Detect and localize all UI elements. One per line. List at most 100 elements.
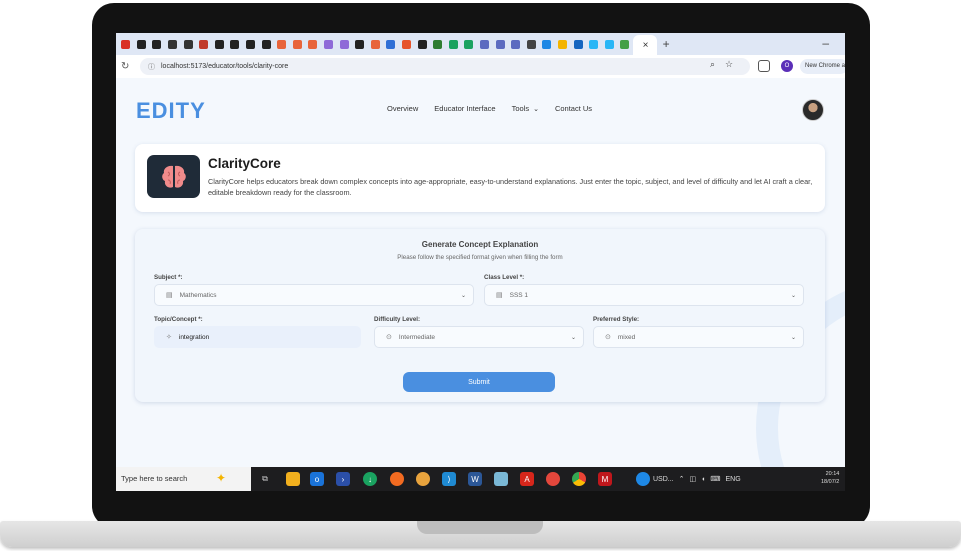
- tab-wave-icon[interactable]: [601, 36, 617, 52]
- mcafee-icon[interactable]: M: [598, 472, 612, 486]
- record-icon: [246, 39, 256, 49]
- tab-gmail-icon[interactable]: [118, 36, 134, 52]
- active-tab[interactable]: ×: [632, 35, 657, 55]
- app-icon[interactable]: [416, 472, 430, 486]
- chevron-down-icon: ⌄: [570, 334, 576, 341]
- tab-star-icon[interactable]: [305, 36, 321, 52]
- vscode-icon[interactable]: ⟩: [442, 472, 456, 486]
- tab-layers-icon[interactable]: [336, 36, 352, 52]
- cloud-icon: [433, 39, 443, 49]
- tab-cloud-icon[interactable]: [430, 36, 446, 52]
- nav-tools[interactable]: Tools ⌄: [512, 104, 539, 113]
- tab-record-icon[interactable]: [212, 36, 228, 52]
- star-icon: [370, 39, 380, 49]
- zoom-icon[interactable]: ⌕: [710, 59, 715, 70]
- difficulty-value: Intermediate: [398, 333, 436, 341]
- task-view-icon[interactable]: ⧉: [258, 472, 272, 486]
- chevron-down-icon: ⌄: [460, 292, 466, 299]
- url-actions: ⌕ ☆: [710, 59, 733, 70]
- file-explorer-icon[interactable]: [286, 472, 300, 486]
- tab-image-icon[interactable]: [570, 36, 586, 52]
- site-info-icon[interactable]: ⓘ: [148, 62, 155, 72]
- nav-educator-interface[interactable]: Educator Interface: [434, 104, 495, 113]
- tab-c-icon[interactable]: [539, 36, 555, 52]
- notes-icon[interactable]: [494, 472, 508, 486]
- tab-diamond-icon[interactable]: [555, 36, 571, 52]
- tab-window-icon[interactable]: [508, 36, 524, 52]
- tab-window-icon[interactable]: [477, 36, 493, 52]
- chrome-icon[interactable]: [572, 472, 586, 486]
- chrome-canary-icon[interactable]: [546, 472, 560, 486]
- tab-globe-icon[interactable]: [523, 36, 539, 52]
- new-tab-button[interactable]: +: [663, 37, 670, 51]
- difficulty-label: Difficulty Level:: [374, 316, 421, 323]
- chevron-up-icon[interactable]: ⌃: [679, 475, 685, 483]
- acrobat-icon[interactable]: A: [520, 472, 534, 486]
- topic-value: integration: [178, 333, 210, 341]
- tab-settings-icon[interactable]: [196, 36, 212, 52]
- tab-star-icon[interactable]: [368, 36, 384, 52]
- weather-icon[interactable]: [636, 472, 650, 486]
- tab-books-icon[interactable]: [617, 36, 633, 52]
- tab-wave-icon[interactable]: [586, 36, 602, 52]
- copilot-sparkle-icon[interactable]: ✦: [216, 471, 226, 485]
- volume-icon[interactable]: ◖: [701, 476, 705, 483]
- user-avatar[interactable]: [802, 99, 824, 121]
- tab-strip: × +: [116, 33, 845, 55]
- tab-star-icon[interactable]: [274, 36, 290, 52]
- language-indicator[interactable]: ENG: [725, 476, 740, 483]
- keyboard-icon[interactable]: ⌨: [710, 475, 720, 483]
- tab-record-icon[interactable]: [243, 36, 259, 52]
- tab-vscode-icon[interactable]: [352, 36, 368, 52]
- new-chrome-button[interactable]: New Chrome a: [800, 59, 845, 74]
- bookmark-star-icon[interactable]: ☆: [725, 59, 733, 70]
- tab-box-icon[interactable]: [383, 36, 399, 52]
- chevron-down-icon: ⌄: [790, 334, 796, 341]
- laptop-notch: [417, 521, 543, 534]
- books-icon: [620, 39, 630, 49]
- tab-star-icon[interactable]: [290, 36, 306, 52]
- tab-font-icon[interactable]: [165, 36, 181, 52]
- url-box[interactable]: ⓘ localhost:5173/educator/tools/clarity-…: [140, 58, 750, 75]
- window-icon: [495, 39, 505, 49]
- submit-button[interactable]: Submit: [403, 372, 555, 392]
- record-icon: [230, 39, 240, 49]
- tab-shield-icon[interactable]: [399, 36, 415, 52]
- tab-notion-icon[interactable]: [180, 36, 196, 52]
- tab-openai-icon[interactable]: [134, 36, 150, 52]
- system-clock[interactable]: 20:14 18/07/2: [821, 470, 839, 486]
- reload-icon[interactable]: ↻: [121, 61, 135, 72]
- github-icon: [261, 39, 271, 49]
- compass-icon[interactable]: [390, 472, 404, 486]
- clock-time: 20:14: [825, 471, 840, 477]
- close-tab-icon[interactable]: ×: [643, 40, 649, 51]
- topic-input[interactable]: ✧ integration: [154, 326, 361, 348]
- word-icon[interactable]: W: [468, 472, 482, 486]
- tab-window-icon[interactable]: [492, 36, 508, 52]
- download-icon[interactable]: ↓: [363, 472, 377, 486]
- usd-ticker[interactable]: USD...: [653, 476, 674, 483]
- extensions-icon[interactable]: [758, 60, 770, 72]
- nav-overview[interactable]: Overview: [387, 104, 418, 113]
- style-select[interactable]: ⊙ mixed ⌄: [593, 326, 804, 348]
- tab-github-icon[interactable]: [258, 36, 274, 52]
- site-logo[interactable]: EDITY: [136, 98, 206, 124]
- outlook-icon[interactable]: o: [310, 472, 324, 486]
- tab-record-icon[interactable]: [227, 36, 243, 52]
- gauge-icon: ⊙: [386, 334, 392, 341]
- box-icon: [386, 39, 396, 49]
- tab-check-icon[interactable]: [445, 36, 461, 52]
- nav-contact-us[interactable]: Contact Us: [555, 104, 592, 113]
- profile-avatar[interactable]: O: [781, 60, 793, 72]
- tab-record-icon[interactable]: [414, 36, 430, 52]
- powershell-icon[interactable]: ›: [336, 472, 350, 486]
- network-icon[interactable]: ◫: [690, 475, 697, 483]
- tab-layers-icon[interactable]: [321, 36, 337, 52]
- subject-select[interactable]: ▤ Mathematics ⌄: [154, 284, 474, 306]
- difficulty-select[interactable]: ⊙ Intermediate ⌄: [374, 326, 584, 348]
- class-level-select[interactable]: ▤ SSS 1 ⌄: [484, 284, 804, 306]
- minimize-button[interactable]: –: [822, 36, 829, 50]
- tab-check-icon[interactable]: [461, 36, 477, 52]
- tab-openai-icon[interactable]: [149, 36, 165, 52]
- taskbar-search[interactable]: Type here to search: [116, 467, 251, 491]
